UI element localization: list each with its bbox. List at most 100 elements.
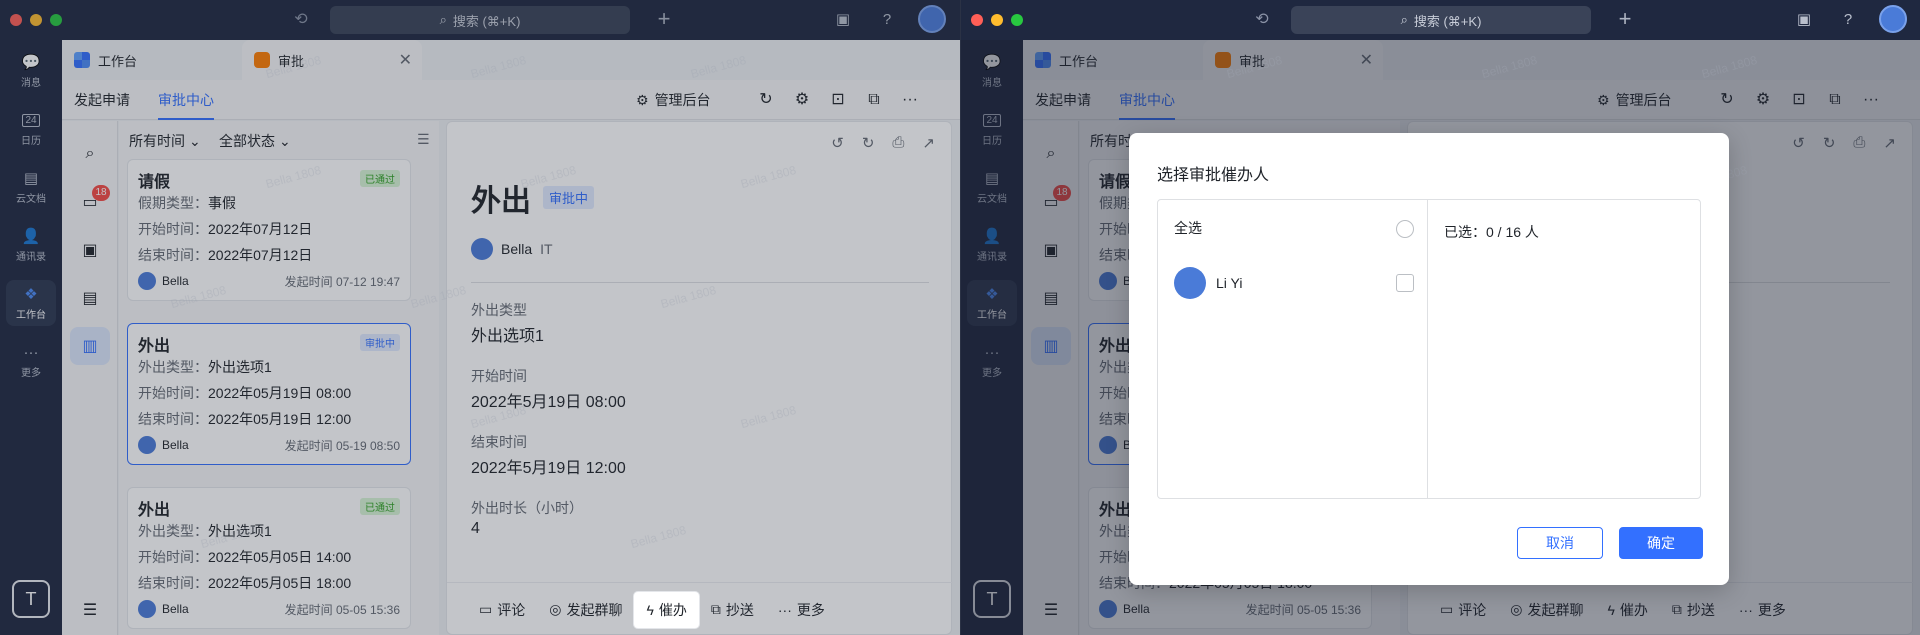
bot-icon[interactable]: ⊡: [828, 90, 848, 110]
menu-icon[interactable]: ☰: [70, 591, 110, 629]
new-window-icon[interactable]: ⧉: [864, 90, 884, 110]
rail-label: 日历: [21, 136, 41, 147]
tab-submit-request[interactable]: 发起申请: [74, 80, 130, 120]
status-badge: 已通过: [360, 170, 400, 187]
more-button[interactable]: ··· 更多: [766, 592, 837, 628]
field-value: 外出选项1: [208, 359, 272, 375]
new-icon[interactable]: +: [652, 8, 676, 32]
card-row: 结束时间：2022年07月12日: [138, 242, 400, 268]
field-value: 2022年05月19日 08:00: [208, 385, 352, 401]
refresh-icon[interactable]: ↻: [862, 134, 875, 152]
card-row: 开始时间：2022年07月12日: [138, 216, 400, 242]
avatar: [138, 272, 156, 290]
search-placeholder: 搜索 (⌘+K): [452, 13, 521, 29]
select-all-radio[interactable]: [1396, 220, 1414, 238]
calendar-icon: 24: [21, 111, 41, 129]
candidate-checkbox[interactable]: [1396, 274, 1414, 292]
select-urge-dialog: 选择审批催办人 全选 Li Yi 已选：0 / 16 人 取消 确定: [1129, 133, 1729, 585]
left-rail: 💬 消息 24 日历 ▤ 云文档 👤 通讯录 ❖ 工作台 ··· 更多 T: [0, 40, 62, 635]
approval-inner-rail: ⌕ ▭ 18 ▣ ▤ ▥ ☰: [62, 121, 118, 635]
tab-approval[interactable]: 审批 ✕: [242, 40, 422, 80]
card-footer: Bella 发起时间 07-12 19:47: [138, 270, 400, 292]
card-footer: Bella 发起时间 05-05 15:36: [138, 598, 400, 620]
zoom-window-button[interactable]: [1011, 14, 1023, 26]
search-bar[interactable]: ⌕ 搜索 (⌘+K): [1291, 6, 1591, 34]
status-filter[interactable]: 全部状态⌄: [219, 131, 291, 151]
minimize-window-button[interactable]: [30, 14, 42, 26]
list-item[interactable]: 请假 已通过 假期类型：事假 开始时间：2022年07月12日 结束时间：202…: [127, 159, 411, 301]
workspace-switcher[interactable]: T: [12, 580, 50, 618]
comment-icon: ▭: [479, 601, 493, 617]
select-all-row[interactable]: 全选: [1174, 218, 1414, 240]
field-key: 假期类型：: [138, 195, 208, 211]
contacts-icon: 👤: [21, 228, 41, 245]
field-key: 开始时间：: [138, 221, 208, 237]
sort-icon[interactable]: ☰: [417, 131, 430, 148]
list-item[interactable]: 外出 已通过 外出类型：外出选项1 开始时间：2022年05月05日 14:00…: [127, 487, 411, 629]
tab-approval-center[interactable]: 审批中心: [158, 80, 214, 120]
close-icon[interactable]: ✕: [399, 50, 412, 70]
close-window-button[interactable]: [971, 14, 983, 26]
cc-icon[interactable]: ▥: [70, 327, 110, 365]
rail-item-contacts[interactable]: 👤 通讯录: [6, 222, 56, 268]
help-icon[interactable]: ?: [1837, 9, 1859, 31]
titlebar: ⟲ ⌕ 搜索 (⌘+K) + ▣ ?: [961, 0, 1920, 40]
rail-item-messages[interactable]: 💬 消息: [6, 48, 56, 94]
search-bar[interactable]: ⌕ 搜索 (⌘+K): [330, 6, 630, 34]
sliders-icon: ⚙: [636, 91, 649, 108]
rail-item-more[interactable]: ··· 更多: [6, 338, 56, 384]
new-icon[interactable]: +: [1613, 8, 1637, 32]
urge-button[interactable]: ϟ 催办: [634, 591, 699, 628]
print-icon[interactable]: ⎙: [892, 134, 904, 152]
pending-icon[interactable]: ▭ 18: [70, 183, 110, 221]
minimize-window-button[interactable]: [991, 14, 1003, 26]
tab-label: 工作台: [98, 53, 138, 69]
candidate-list: 全选 Li Yi: [1158, 200, 1428, 498]
card-row: 外出类型：外出选项1: [138, 354, 400, 380]
cancel-button[interactable]: 取消: [1517, 527, 1603, 559]
admin-console-button[interactable]: ⚙ 管理后台: [636, 90, 711, 110]
submit-time: 发起时间 05-05 15:36: [284, 602, 400, 617]
rail-label: 工作台: [16, 310, 46, 321]
department: IT: [540, 241, 553, 257]
field-key: 外出类型：: [138, 523, 208, 539]
confirm-button[interactable]: 确定: [1619, 527, 1703, 559]
more-icon: ···: [23, 343, 39, 361]
list-item-selected[interactable]: 外出 审批中 外出类型：外出选项1 开始时间：2022年05月19日 08:00…: [127, 323, 411, 465]
more-icon[interactable]: ···: [900, 90, 920, 110]
rail-item-docs[interactable]: ▤ 云文档: [6, 164, 56, 210]
revoke-icon[interactable]: ↺: [831, 134, 844, 152]
user-avatar[interactable]: [918, 5, 946, 33]
rail-item-calendar[interactable]: 24 日历: [6, 106, 56, 152]
settings-icon[interactable]: ⚙: [792, 90, 812, 110]
screenshot-icon[interactable]: ▣: [1793, 9, 1815, 31]
candidate-row[interactable]: Li Yi: [1174, 266, 1414, 300]
rail-item-workplace[interactable]: ❖ 工作台: [6, 280, 56, 326]
submitted-icon[interactable]: ▤: [70, 279, 110, 317]
zoom-window-button[interactable]: [50, 14, 62, 26]
comment-button[interactable]: ▭ 评论: [467, 592, 537, 628]
close-window-button[interactable]: [10, 14, 22, 26]
field-value: 事假: [208, 195, 236, 211]
refresh-icon[interactable]: ↻: [756, 90, 776, 110]
applicant-name: Bella: [162, 438, 189, 452]
search-icon[interactable]: ⌕: [70, 135, 110, 173]
history-icon[interactable]: ⟲: [290, 9, 312, 31]
history-icon[interactable]: ⟲: [1251, 9, 1273, 31]
archive-icon[interactable]: ▣: [70, 231, 110, 269]
titlebar: ⟲ ⌕ 搜索 (⌘+K) + ▣ ?: [0, 0, 960, 40]
help-icon[interactable]: ?: [876, 9, 898, 31]
screenshot-icon[interactable]: ▣: [832, 9, 854, 31]
search-placeholder: 搜索 (⌘+K): [1413, 13, 1482, 29]
card-row: 开始时间：2022年05月05日 14:00: [138, 544, 400, 570]
group-chat-button[interactable]: ◎ 发起群聊: [537, 592, 634, 628]
time-filter[interactable]: 所有时间⌄: [129, 131, 201, 151]
card-row: 假期类型：事假: [138, 190, 400, 216]
user-avatar[interactable]: [1879, 5, 1907, 33]
card-row: 开始时间：2022年05月19日 08:00: [138, 380, 400, 406]
cc-button[interactable]: ⧉ 抄送: [699, 592, 766, 628]
status-filter-label: 全部状态: [219, 133, 275, 149]
tab-workplace[interactable]: 工作台: [62, 40, 236, 80]
submit-time: 发起时间 05-19 08:50: [284, 438, 400, 453]
share-icon[interactable]: ↗: [922, 134, 935, 152]
